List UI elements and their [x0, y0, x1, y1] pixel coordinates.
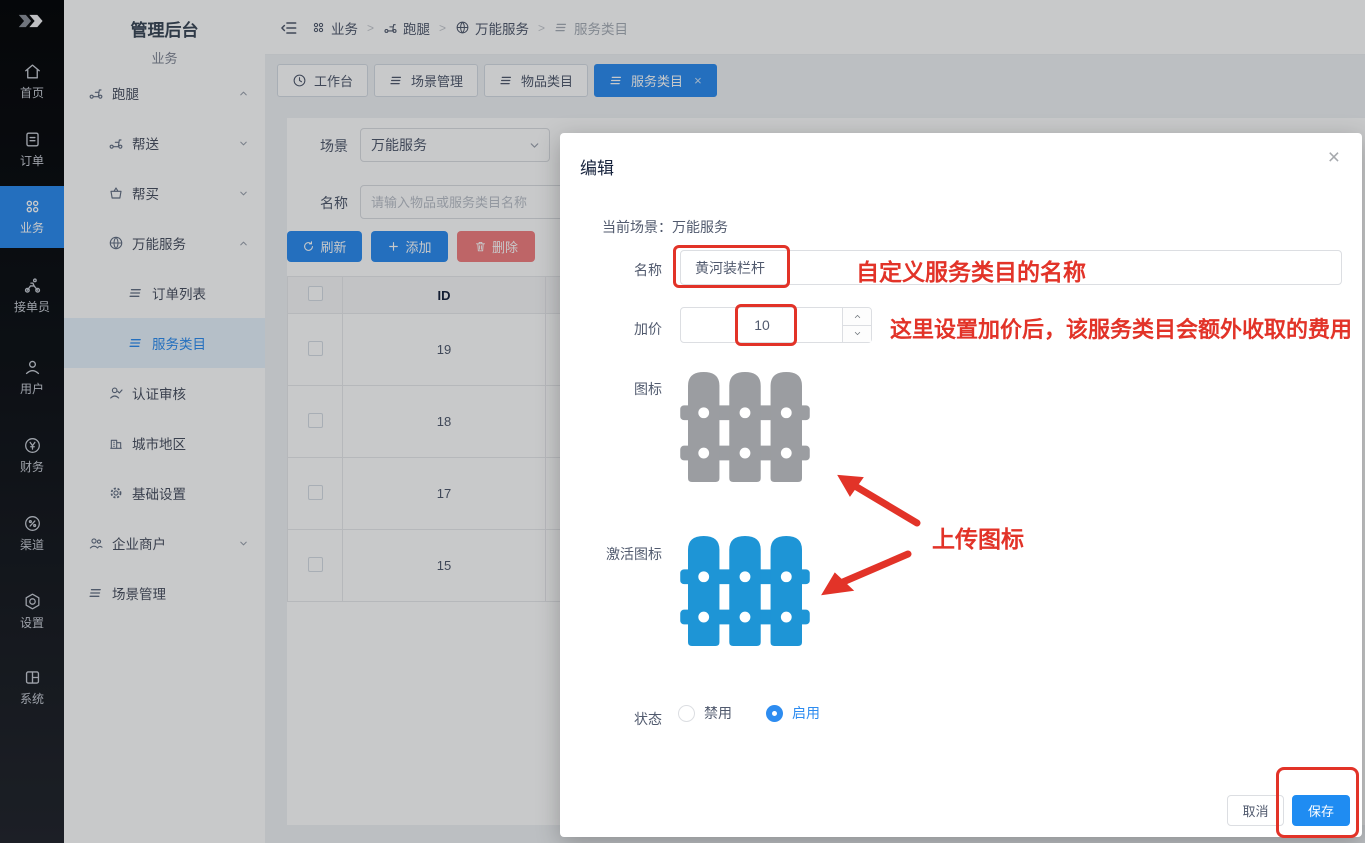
current-scene-label: 当前场景：	[602, 219, 672, 235]
icon-field-label: 图标	[574, 379, 662, 399]
status-radio-enabled[interactable]	[766, 705, 783, 722]
annotation-upload-note: 上传图标	[932, 520, 1024, 554]
arrow-to-blue-icon	[843, 554, 908, 582]
close-icon[interactable]: ×	[1328, 147, 1340, 168]
admin-app: 首页 订单 业务 接单员 用户 财务 渠道 设置	[0, 0, 1365, 843]
status-radio-disabled-label[interactable]: 禁用	[704, 703, 732, 723]
price-field-input[interactable]	[681, 308, 843, 342]
category-active-icon-upload[interactable]	[680, 534, 810, 648]
chevron-up-icon	[853, 312, 862, 321]
arrow-to-gray-icon	[855, 486, 917, 523]
save-button[interactable]: 保存	[1292, 795, 1350, 826]
category-icon-upload[interactable]	[680, 370, 810, 484]
stepper-down-button[interactable]	[843, 326, 871, 343]
current-scene-value: 万能服务	[672, 219, 728, 235]
number-stepper	[842, 308, 871, 342]
name-field-label: 名称	[574, 260, 662, 280]
status-radio-group: 禁用 启用	[678, 703, 820, 723]
active-icon-field-label: 激活图标	[574, 544, 662, 564]
arrow-head	[823, 574, 852, 594]
stepper-up-button[interactable]	[843, 308, 871, 326]
dialog-title: 编辑	[580, 154, 614, 179]
price-number-input	[680, 307, 872, 343]
annotation-arrows	[560, 133, 1362, 837]
arrow-head	[839, 476, 862, 495]
annotation-price-note: 这里设置加价后，该服务类目会额外收取的费用	[890, 312, 1352, 344]
status-radio-disabled[interactable]	[678, 705, 695, 722]
name-field-input[interactable]	[680, 250, 1342, 285]
status-field-label: 状态	[574, 709, 662, 729]
edit-dialog: 编辑 × 当前场景：万能服务 名称 加价 图标 激活图标 状态	[560, 133, 1362, 837]
cancel-button[interactable]: 取消	[1227, 795, 1284, 826]
status-radio-enabled-label[interactable]: 启用	[792, 703, 820, 723]
current-scene-row: 当前场景：万能服务	[602, 217, 728, 237]
chevron-down-icon	[853, 329, 862, 338]
price-field-label: 加价	[574, 319, 662, 339]
